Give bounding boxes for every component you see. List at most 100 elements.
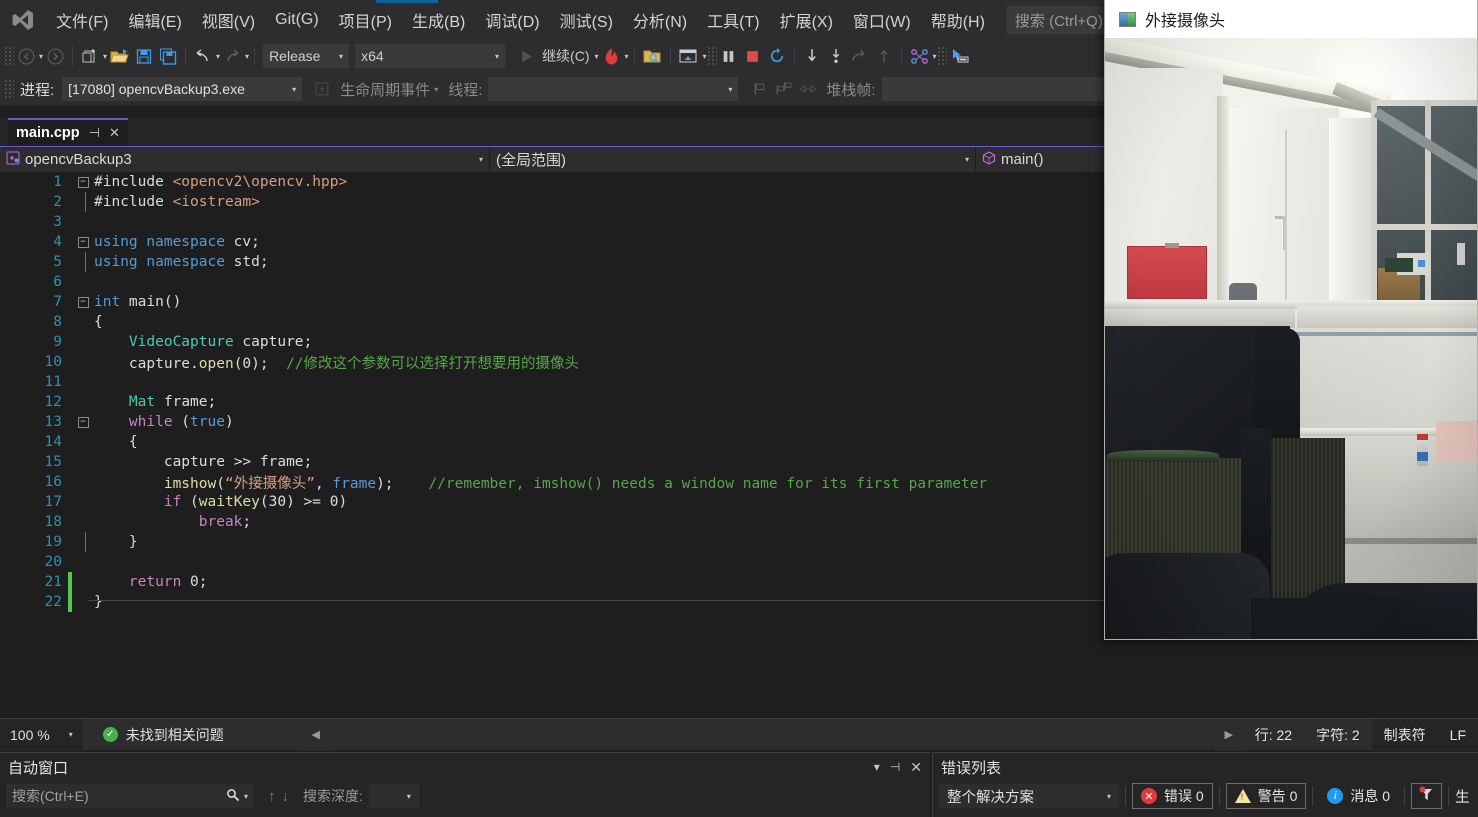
solution-platform-combo[interactable]: x64 ▾	[355, 44, 506, 68]
menu-tools[interactable]: 工具(T)	[697, 0, 769, 40]
new-item-icon[interactable]	[78, 43, 102, 69]
step-over-icon[interactable]	[824, 43, 848, 69]
fold-margin[interactable]: −	[72, 296, 94, 308]
arrow-down-icon[interactable]: ↓	[282, 788, 290, 805]
close-icon[interactable]: ✕	[109, 125, 120, 141]
chevron-down-icon-9[interactable]: ▾	[874, 760, 880, 774]
collapse-icon[interactable]: −	[77, 296, 89, 308]
fold-margin[interactable]: −	[72, 176, 94, 188]
menu-project[interactable]: 项目(P)	[329, 0, 402, 40]
save-all-icon[interactable]	[156, 43, 180, 69]
cursor-column-indicator: 字符: 2	[1316, 726, 1360, 743]
pin-icon-2[interactable]: ⊣	[890, 760, 900, 774]
error-filter-button[interactable]	[1411, 783, 1443, 809]
toolbar-grip-3[interactable]	[936, 46, 947, 66]
search-icon[interactable]	[226, 788, 240, 805]
code-text: while (true)	[94, 414, 234, 430]
link-icon[interactable]	[796, 76, 820, 102]
restart-icon[interactable]	[765, 43, 789, 69]
select-cursor-icon[interactable]	[947, 43, 973, 69]
solution-configuration-combo[interactable]: Release ▾	[263, 44, 350, 68]
line-number: 7	[53, 294, 62, 310]
code-token: if	[163, 494, 182, 510]
nav-forward-icon[interactable]	[43, 43, 67, 69]
menu-file[interactable]: 文件(F)	[46, 0, 118, 40]
toolbar-grip-2[interactable]	[706, 46, 717, 66]
errors-filter-button[interactable]: ✕ 错误 0	[1132, 783, 1213, 809]
close-icon-2[interactable]: ✕	[910, 759, 922, 776]
menu-view[interactable]: 视图(V)	[192, 0, 265, 40]
flags-icon[interactable]	[772, 76, 796, 102]
hot-reload-caret-icon[interactable]: ▾	[625, 52, 629, 61]
next-issue-button[interactable]: ▶	[1214, 718, 1243, 751]
open-folder-icon[interactable]	[107, 43, 132, 69]
editor-status-bar: 100 % ▾ ✓ 未找到相关问题 ◀ ▶ 行: 22 字符: 2 制表符 LF	[0, 718, 1478, 751]
navbar-project-combo[interactable]: opencvBackup3 ▾	[0, 147, 490, 172]
code-text: int main()	[94, 294, 181, 310]
indentation-indicator[interactable]: 制表符	[1371, 718, 1438, 751]
menu-edit[interactable]: 编辑(E)	[118, 0, 191, 40]
step-out-icon[interactable]	[848, 43, 872, 69]
fold-margin[interactable]: −	[72, 416, 94, 428]
flag-icon[interactable]	[748, 76, 772, 102]
menu-test[interactable]: 测试(S)	[550, 0, 623, 40]
step-up-icon[interactable]	[872, 43, 896, 69]
nav-back-icon[interactable]	[14, 43, 38, 69]
warnings-filter-button[interactable]: 警告 0	[1225, 783, 1307, 809]
debug-toolbar-grip[interactable]	[4, 79, 14, 99]
fold-margin[interactable]	[72, 252, 94, 272]
menu-debug[interactable]: 调试(D)	[475, 0, 549, 40]
thread-combo[interactable]: ▾	[488, 77, 739, 101]
collapse-icon[interactable]: −	[77, 416, 89, 428]
pause-icon[interactable]	[717, 43, 741, 69]
menu-build[interactable]: 生成(B)	[402, 0, 475, 40]
arrow-up-icon[interactable]: ↑	[268, 788, 276, 805]
search-depth-combo[interactable]: ▾	[368, 784, 419, 808]
issues-status[interactable]: ✓ 未找到相关问题	[102, 725, 224, 745]
menu-extensions[interactable]: 扩展(X)	[770, 0, 843, 40]
toolbar-grip[interactable]	[4, 46, 14, 66]
autos-search-input[interactable]: 搜索(Ctrl+E) ▾	[6, 784, 254, 808]
menu-window[interactable]: 窗口(W)	[843, 0, 921, 40]
debug-windows-icon[interactable]	[676, 43, 702, 69]
messages-filter-button[interactable]: i 消息 0	[1319, 783, 1398, 809]
solution-configuration-value: Release	[269, 48, 321, 64]
undo-icon[interactable]	[191, 43, 215, 69]
continue-button-label[interactable]: 继续(C)	[538, 46, 593, 66]
navbar-scope-combo[interactable]: (全局范围) ▾	[490, 147, 976, 172]
step-into-icon[interactable]	[800, 43, 824, 69]
camera-window-titlebar[interactable]: 外接摄像头	[1105, 0, 1477, 38]
zoom-level-combo[interactable]: 100 % ▾	[0, 718, 83, 751]
change-indicator	[68, 432, 72, 452]
lifecycle-label[interactable]: 生命周期事件	[340, 79, 430, 100]
menu-git[interactable]: Git(G)	[265, 0, 329, 40]
toolbar-separator-6	[793, 46, 795, 66]
collapse-icon[interactable]: −	[77, 236, 89, 248]
tab-main-cpp[interactable]: main.cpp ⊣ ✕	[8, 118, 128, 146]
process-combo[interactable]: [17080] opencvBackup3.exe ▾	[62, 77, 303, 101]
stop-icon[interactable]	[741, 43, 765, 69]
prev-issue-button[interactable]: ◀	[301, 718, 330, 751]
redo-icon[interactable]	[220, 43, 244, 69]
play-icon[interactable]	[514, 43, 538, 69]
current-statement-underline	[88, 600, 1108, 601]
fold-margin[interactable]	[72, 192, 94, 212]
pin-icon[interactable]: ⊣	[89, 125, 100, 141]
menu-analyze[interactable]: 分析(N)	[623, 0, 697, 40]
build-filter-label[interactable]: 生	[1455, 786, 1470, 807]
save-icon[interactable]	[132, 43, 156, 69]
redo-caret-icon[interactable]: ▾	[245, 52, 249, 61]
lifecycle-icon[interactable]	[310, 76, 334, 102]
line-ending-indicator[interactable]: LF	[1437, 718, 1478, 751]
error-scope-combo[interactable]: 整个解决方案 ▾	[939, 784, 1119, 808]
menu-help[interactable]: 帮助(H)	[921, 0, 995, 40]
lifecycle-caret-icon[interactable]: ▾	[434, 85, 438, 94]
collapse-icon[interactable]: −	[77, 176, 89, 188]
threads-icon[interactable]	[907, 43, 932, 69]
fold-margin[interactable]	[72, 532, 94, 552]
attach-to-process-icon[interactable]	[640, 43, 665, 69]
fold-margin[interactable]: −	[72, 236, 94, 248]
opencv-camera-window[interactable]: 外接摄像头	[1104, 0, 1478, 640]
hot-reload-flame-icon[interactable]	[599, 43, 624, 69]
caret-down-icon[interactable]: ▾	[244, 792, 248, 801]
